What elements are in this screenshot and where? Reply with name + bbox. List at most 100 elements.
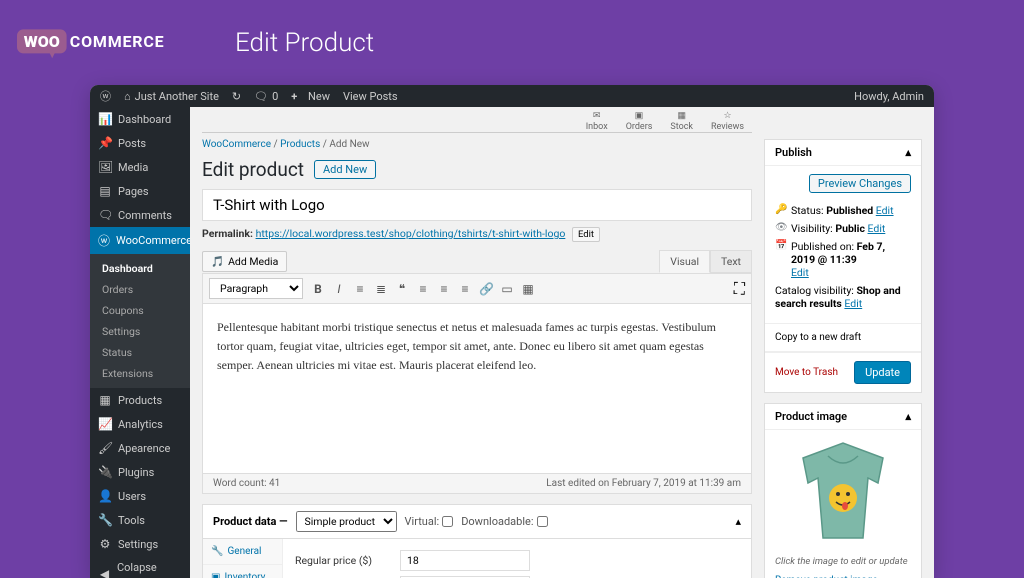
product-title-input[interactable]: [202, 189, 752, 221]
menu-plugins[interactable]: 🔌Plugins: [90, 460, 190, 484]
woocommerce-logo: WOOCOMMERCE: [0, 23, 210, 63]
permalink-row: Permalink: https://local.wordpress.test/…: [202, 227, 752, 242]
publish-title: Publish: [775, 146, 812, 159]
word-count: Word count: 41: [213, 478, 280, 489]
howdy[interactable]: Howdy, Admin: [854, 90, 924, 103]
move-trash-link[interactable]: Move to Trash: [775, 367, 838, 378]
admin-bar: ⓦ ⌂Just Another Site ↻ 🗨 0 + New View Po…: [90, 85, 934, 107]
menu-settings[interactable]: ⚙Settings: [90, 532, 190, 556]
edit-catalog-link[interactable]: Edit: [844, 297, 862, 310]
product-type-select[interactable]: Simple product: [296, 511, 397, 532]
text-tab[interactable]: Text: [710, 250, 752, 273]
svg-text:COMMERCE: COMMERCE: [70, 32, 165, 51]
home-icon: ⌂: [124, 90, 131, 103]
orders-button[interactable]: ▣Orders: [626, 111, 653, 132]
bold-button[interactable]: B: [311, 282, 325, 296]
submenu-orders[interactable]: Orders: [90, 279, 190, 300]
link-button[interactable]: 🔗: [479, 282, 493, 296]
virtual-toggle[interactable]: Virtual:: [405, 515, 454, 528]
menu-analytics[interactable]: 📈Analytics: [90, 412, 190, 436]
menu-users[interactable]: 👤Users: [90, 484, 190, 508]
submenu-dashboard[interactable]: Dashboard: [90, 258, 190, 279]
menu-tools[interactable]: 🔧Tools: [90, 508, 190, 532]
edit-permalink-button[interactable]: Edit: [572, 227, 600, 242]
collapse-icon[interactable]: ▴: [905, 146, 911, 159]
products-icon: ▦: [98, 393, 112, 407]
inbox-button[interactable]: ✉Inbox: [586, 111, 608, 132]
stock-button[interactable]: ▦Stock: [670, 111, 693, 132]
collapse-toggle[interactable]: ▴: [735, 515, 741, 528]
new-menu[interactable]: + New: [291, 90, 330, 103]
add-media-button[interactable]: 🎵Add Media: [202, 251, 287, 272]
crumb-products[interactable]: Products: [280, 139, 320, 150]
reviews-button[interactable]: ☆Reviews: [711, 111, 744, 132]
menu-appearance[interactable]: 🖌Apearence: [90, 436, 190, 460]
orders-icon: ▣: [635, 111, 644, 121]
page-title: Edit product: [202, 158, 304, 181]
product-data-box: Product data — Simple product Virtual: D…: [202, 504, 752, 578]
submenu-extensions[interactable]: Extensions: [90, 363, 190, 384]
bullet-list-button[interactable]: ≡: [353, 282, 367, 296]
pdata-label: Product data —: [213, 515, 288, 528]
wp-logo-icon[interactable]: ⓦ: [100, 88, 111, 104]
preview-changes-button[interactable]: Preview Changes: [809, 174, 911, 193]
collapse-menu[interactable]: ◀Colapse menu: [90, 556, 190, 578]
edit-visibility-link[interactable]: Edit: [868, 222, 886, 235]
regular-price-input[interactable]: [400, 550, 530, 571]
align-left-button[interactable]: ≡: [416, 282, 430, 296]
submenu-status[interactable]: Status: [90, 342, 190, 363]
key-icon: 🔑: [775, 204, 787, 215]
inventory-icon: ▣: [211, 572, 220, 578]
collapse-icon[interactable]: ▴: [905, 410, 911, 423]
submenu-coupons[interactable]: Coupons: [90, 300, 190, 321]
refresh-icon[interactable]: ↻: [232, 90, 241, 103]
align-right-button[interactable]: ≡: [458, 282, 472, 296]
quote-button[interactable]: ❝: [395, 282, 409, 296]
stock-icon: ▦: [677, 111, 686, 121]
menu-media[interactable]: 🖼Media: [90, 155, 190, 179]
crumb-current: Add New: [329, 139, 369, 150]
woo-icon: ⓦ: [98, 232, 110, 249]
menu-comments[interactable]: 🗨Comments: [90, 203, 190, 227]
view-posts[interactable]: View Posts: [343, 90, 398, 103]
update-button[interactable]: Update: [854, 361, 911, 384]
site-name[interactable]: ⌂Just Another Site: [124, 90, 219, 103]
dashboard-icon: 📊: [98, 112, 112, 126]
menu-posts[interactable]: 📌Posts: [90, 131, 190, 155]
pdata-tab-general[interactable]: 🔧General: [203, 539, 282, 565]
activity-panel: ✉Inbox ▣Orders ▦Stock ☆Reviews: [202, 107, 752, 133]
visibility-icon: 👁: [775, 222, 787, 233]
toolbar-toggle-button[interactable]: ▦: [521, 282, 535, 296]
editor-toolbar: Paragraph B I ≡ ≣ ❝ ≡ ≡ ≡ 🔗 ▭ ▦: [202, 273, 752, 304]
media-icon: 🖼: [98, 160, 112, 174]
downloadable-toggle[interactable]: Downloadable:: [461, 515, 547, 528]
crumb-woo[interactable]: WooCommerce: [202, 139, 271, 150]
product-image[interactable]: [765, 430, 921, 556]
comments-count[interactable]: 🗨 0: [254, 90, 278, 103]
media-icon: 🎵: [211, 255, 224, 268]
more-button[interactable]: ▭: [500, 282, 514, 296]
page-heading: Edit Product: [235, 28, 374, 58]
add-new-button[interactable]: Add New: [314, 160, 376, 179]
product-image-title: Product image: [775, 410, 847, 423]
edit-status-link[interactable]: Edit: [876, 204, 894, 217]
menu-products[interactable]: ▦Products: [90, 388, 190, 412]
edit-date-link[interactable]: Edit: [791, 266, 809, 279]
visual-tab[interactable]: Visual: [659, 250, 710, 273]
inbox-icon: ✉: [593, 111, 601, 121]
permalink-url[interactable]: https://local.wordpress.test/shop/clothi…: [256, 227, 566, 240]
content-editor[interactable]: Pellentesque habitant morbi tristique se…: [202, 304, 752, 474]
align-center-button[interactable]: ≡: [437, 282, 451, 296]
number-list-button[interactable]: ≣: [374, 282, 388, 296]
menu-woocommerce[interactable]: ⓦWooCommerce: [90, 227, 190, 254]
pdata-tab-inventory[interactable]: ▣Inventory: [203, 565, 282, 578]
italic-button[interactable]: I: [332, 282, 346, 296]
menu-pages[interactable]: ▤Pages: [90, 179, 190, 203]
menu-dashboard[interactable]: 📊Dashboard: [90, 107, 190, 131]
copy-draft-link[interactable]: Copy to a new draft: [775, 332, 861, 343]
submenu-settings[interactable]: Settings: [90, 321, 190, 342]
appearance-icon: 🖌: [98, 441, 112, 455]
format-select[interactable]: Paragraph: [209, 278, 303, 299]
fullscreen-button[interactable]: ⛶: [734, 279, 745, 299]
editor-status: Word count: 41 Last edited on February 7…: [202, 474, 752, 494]
